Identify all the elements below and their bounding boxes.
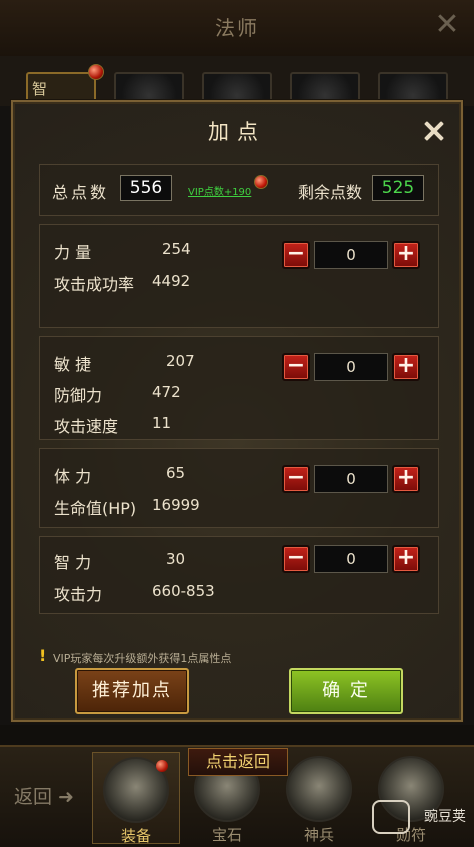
dialog-title: 加点 [208, 120, 266, 144]
minus-icon[interactable]: − [282, 465, 310, 493]
attribute-value: 254 [162, 240, 191, 258]
tab-label: 装备 [120, 827, 151, 845]
plus-icon[interactable]: + [392, 545, 420, 573]
attribute-name: 智 力 [54, 553, 92, 572]
vitality-stepper: − 0 + [282, 465, 422, 493]
derived-stat-label: 生命值(HP) [54, 499, 137, 518]
derived-stat-label: 攻击速度 [54, 417, 119, 436]
red-gem-icon [254, 175, 268, 189]
return-banner[interactable]: 点击返回 [188, 748, 288, 776]
attribute-name: 体 力 [54, 467, 92, 486]
background-close-icon[interactable]: ✕ [430, 8, 464, 42]
remaining-points-label: 剩余点数 [298, 183, 363, 202]
minus-icon[interactable]: − [282, 545, 310, 573]
background-title: 法师 [215, 16, 259, 40]
plus-icon[interactable]: + [392, 241, 420, 269]
attribute-value: 207 [166, 352, 195, 370]
close-icon[interactable] [419, 116, 449, 146]
background-strip [0, 725, 474, 745]
plus-icon[interactable]: + [392, 353, 420, 381]
total-points-label: 总点数 [52, 183, 110, 202]
plus-icon[interactable]: + [392, 465, 420, 493]
vip-points-link[interactable]: VIP点数+190 [188, 183, 251, 198]
attribute-panel-strength: 力 量 254 攻击成功率 4492 − 0 + [39, 224, 439, 328]
strength-stepper: − 0 + [282, 241, 422, 269]
attribute-panel-agility: 敏 捷 207 防御力 472 攻击速度 11 − 0 + [39, 336, 439, 440]
attribute-name: 敏 捷 [54, 355, 92, 374]
derived-stat-value: 660-853 [152, 582, 215, 600]
intelligence-stepper: − 0 + [282, 545, 422, 573]
minus-icon[interactable]: − [282, 353, 310, 381]
derived-stat-value: 472 [152, 383, 181, 401]
exclamation-icon: ! [39, 646, 47, 665]
allocated-points: 0 [314, 241, 388, 269]
attribute-value: 65 [166, 464, 186, 482]
background-slot-label: 智 [32, 80, 48, 98]
watermark-text: 豌豆荚 [424, 809, 466, 825]
attribute-panel-intelligence: 智 力 30 攻击力 660-853 − 0 + [39, 536, 439, 614]
remaining-points-value: 525 [372, 175, 424, 201]
derived-stat-label: 防御力 [54, 386, 103, 405]
tab-label: 宝石 [211, 826, 242, 844]
red-gem-icon [88, 64, 104, 80]
derived-stat-value: 4492 [152, 272, 191, 290]
red-gem-icon [156, 760, 168, 772]
add-points-dialog: 加点 总点数 556 VIP点数+190 剩余点数 525 力 量 254 攻击… [11, 100, 463, 722]
vip-tip-text: VIP玩家每次升级额外获得1点属性点 [53, 652, 232, 665]
points-summary-panel: 总点数 556 VIP点数+190 剩余点数 525 [39, 164, 439, 216]
sword-emblem-icon [286, 756, 352, 822]
allocated-points: 0 [314, 465, 388, 493]
recommend-points-button[interactable]: 推荐加点 [75, 668, 189, 714]
derived-stat-label: 攻击成功率 [54, 275, 135, 294]
attribute-value: 30 [166, 550, 186, 568]
attribute-name: 力 量 [54, 243, 92, 262]
derived-stat-value: 11 [152, 414, 172, 432]
derived-stat-label: 攻击力 [54, 585, 103, 604]
allocated-points: 0 [314, 353, 388, 381]
watermark-logo-icon [372, 800, 410, 834]
agility-stepper: − 0 + [282, 353, 422, 381]
attribute-panel-vitality: 体 力 65 生命值(HP) 16999 − 0 + [39, 448, 439, 528]
tab-label: 神兵 [303, 826, 334, 844]
tab-divine-weapon[interactable]: 神兵 [276, 752, 362, 844]
confirm-button[interactable]: 确 定 [289, 668, 403, 714]
total-points-value: 556 [120, 175, 172, 201]
derived-stat-value: 16999 [152, 496, 200, 514]
allocated-points: 0 [314, 545, 388, 573]
back-button[interactable]: 返回 ➜ [14, 782, 84, 812]
minus-icon[interactable]: − [282, 241, 310, 269]
